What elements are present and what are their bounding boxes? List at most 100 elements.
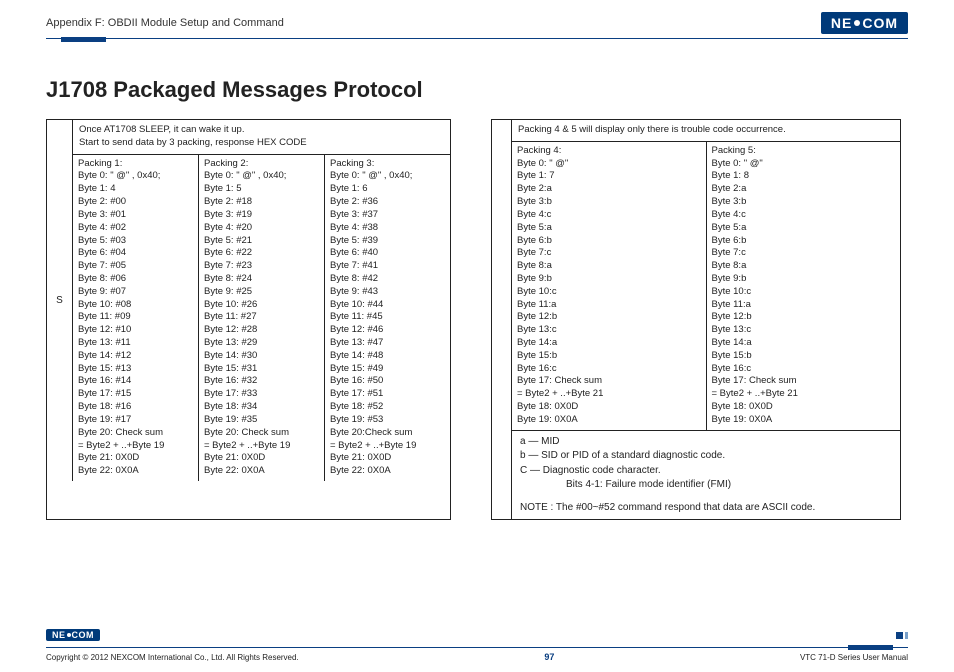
data-line: Byte 19: 0X0A (712, 414, 896, 427)
data-line: Byte 8:a (712, 260, 896, 273)
data-line: Byte 4: #20 (204, 222, 319, 235)
data-line: Byte 8: #24 (204, 273, 319, 286)
logo-dot-icon (854, 20, 860, 26)
data-line: Byte 11: #09 (78, 311, 193, 324)
appendix-title: Appendix F: OBDII Module Setup and Comma… (46, 17, 284, 29)
legend-line-c2: Bits 4-1: Failure mode identifier (FMI) (520, 478, 892, 493)
data-line: Byte 5:a (517, 222, 701, 235)
data-line: Byte 16: #50 (330, 375, 445, 388)
intro-line-2: Start to send data by 3 packing, respons… (79, 137, 444, 150)
data-line: Packing 1: (78, 158, 193, 171)
header-rule (46, 38, 908, 43)
data-line: Byte 21: 0X0D (204, 452, 319, 465)
data-line: Byte 22: 0X0A (204, 465, 319, 478)
data-line: Byte 18: 0X0D (712, 401, 896, 414)
right-marker (492, 120, 512, 519)
data-line: Byte 14: #12 (78, 350, 193, 363)
data-line: Byte 6: #40 (330, 247, 445, 260)
data-line: Byte 17: #51 (330, 388, 445, 401)
data-line: Byte 16:c (712, 363, 896, 376)
content-area: S Once AT1708 SLEEP, it can wake it up. … (46, 119, 908, 520)
data-line: Byte 2: #00 (78, 196, 193, 209)
data-line: Byte 16:c (517, 363, 701, 376)
data-line: Byte 0: " @" , 0x40; (330, 170, 445, 183)
data-line: Byte 7: #05 (78, 260, 193, 273)
data-line: Byte 1: 7 (517, 170, 701, 183)
data-line: Byte 14: #48 (330, 350, 445, 363)
data-line: Byte 21: 0X0D (330, 452, 445, 465)
footer-logo-pre: NE (52, 630, 66, 640)
data-line: Byte 13:c (712, 324, 896, 337)
data-line: Byte 17: Check sum (712, 375, 896, 388)
data-line: Byte 3:b (517, 196, 701, 209)
data-line: Byte 3: #19 (204, 209, 319, 222)
left-intro: Once AT1708 SLEEP, it can wake it up. St… (73, 120, 450, 155)
copyright-text: Copyright © 2012 NEXCOM International Co… (46, 653, 299, 662)
data-line: Byte 5:a (712, 222, 896, 235)
data-line: Byte 11: #45 (330, 311, 445, 324)
data-line: = Byte2 + ..+Byte 21 (517, 388, 701, 401)
packing-4-column: Packing 4:Byte 0: " @"Byte 1: 7Byte 2:aB… (512, 142, 706, 430)
data-line: Byte 6: #04 (78, 247, 193, 260)
data-line: Byte 12: #10 (78, 324, 193, 337)
footer-rule (46, 645, 908, 650)
data-line: = Byte2 + ..+Byte 19 (330, 440, 445, 453)
data-line: Byte 13: #29 (204, 337, 319, 350)
data-line: Byte 8:a (517, 260, 701, 273)
page-number: 97 (544, 652, 554, 662)
data-line: Byte 15: #31 (204, 363, 319, 376)
data-line: Byte 20: Check sum (204, 427, 319, 440)
brand-logo: NE COM (821, 12, 908, 34)
data-line: Byte 8: #42 (330, 273, 445, 286)
data-line: Byte 7:c (712, 247, 896, 260)
data-line: Byte 7:c (517, 247, 701, 260)
data-line: Byte 22: 0X0A (78, 465, 193, 478)
data-line: Packing 3: (330, 158, 445, 171)
data-line: Byte 4: #02 (78, 222, 193, 235)
legend-line-c: C — Diagnostic code character. (520, 464, 892, 479)
data-line: = Byte2 + ..+Byte 19 (204, 440, 319, 453)
packing-2-column: Packing 2:Byte 0: " @" , 0x40;Byte 1: 5B… (198, 155, 324, 481)
data-line: Byte 0: " @" , 0x40; (78, 170, 193, 183)
footer-logo-dot-icon (67, 633, 71, 637)
right-columns: Packing 4:Byte 0: " @"Byte 1: 7Byte 2:aB… (512, 142, 900, 431)
data-line: Byte 10: #44 (330, 299, 445, 312)
intro-line-1: Once AT1708 SLEEP, it can wake it up. (79, 124, 444, 137)
data-line: Byte 18: #34 (204, 401, 319, 414)
data-line: Byte 14:a (517, 337, 701, 350)
data-line: Byte 11:a (517, 299, 701, 312)
left-panel: S Once AT1708 SLEEP, it can wake it up. … (46, 119, 451, 520)
data-line: Byte 3: #37 (330, 209, 445, 222)
data-line: Byte 3: #01 (78, 209, 193, 222)
data-line: Byte 13: #11 (78, 337, 193, 350)
data-line: Byte 10: #08 (78, 299, 193, 312)
data-line: = Byte2 + ..+Byte 19 (78, 440, 193, 453)
data-line: Byte 10:c (517, 286, 701, 299)
data-line: Byte 10:c (712, 286, 896, 299)
page-header: Appendix F: OBDII Module Setup and Comma… (46, 12, 908, 34)
data-line: Byte 21: 0X0D (78, 452, 193, 465)
data-line: Byte 3:b (712, 196, 896, 209)
data-line: Byte 20: Check sum (78, 427, 193, 440)
data-line: Byte 15: #49 (330, 363, 445, 376)
data-line: Byte 15: #13 (78, 363, 193, 376)
data-line: Byte 12:b (517, 311, 701, 324)
data-line: Byte 9: #07 (78, 286, 193, 299)
data-line: Packing 2: (204, 158, 319, 171)
data-line: Byte 12: #28 (204, 324, 319, 337)
data-line: Packing 4: (517, 145, 701, 158)
data-line: Byte 6: #22 (204, 247, 319, 260)
data-line: Byte 11: #27 (204, 311, 319, 324)
data-line: Byte 1: 4 (78, 183, 193, 196)
data-line: Byte 14:a (712, 337, 896, 350)
data-line: Byte 17: #33 (204, 388, 319, 401)
data-line: Byte 1: 5 (204, 183, 319, 196)
data-line: Byte 7: #23 (204, 260, 319, 273)
legend-note: NOTE : The #00~#52 command respond that … (520, 501, 892, 516)
right-panel: Packing 4 & 5 will display only there is… (491, 119, 901, 520)
left-columns: Packing 1:Byte 0: " @" , 0x40;Byte 1: 4B… (73, 155, 450, 481)
data-line: Byte 14: #30 (204, 350, 319, 363)
data-line: Byte 13: #47 (330, 337, 445, 350)
footer-deco (896, 631, 908, 642)
data-line: Byte 18: 0X0D (517, 401, 701, 414)
